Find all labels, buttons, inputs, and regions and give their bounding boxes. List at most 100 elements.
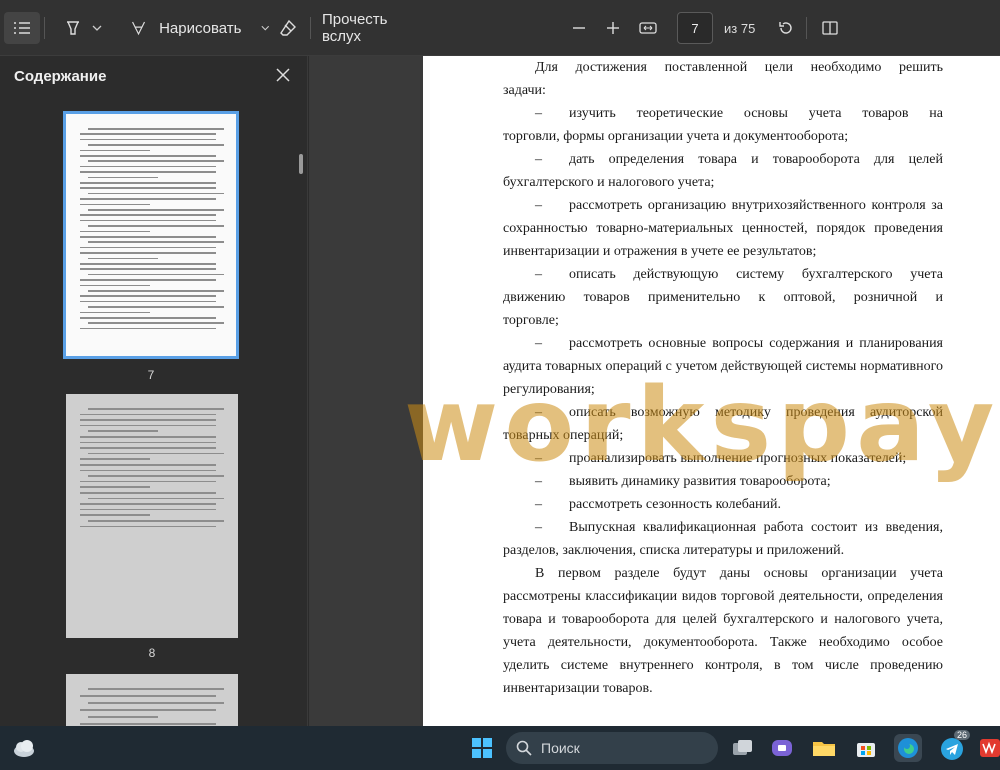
thumbnail-text-line: [80, 263, 216, 265]
read-aloud-button[interactable]: Прочесть вслух: [322, 11, 426, 45]
list-dash: –: [535, 106, 542, 121]
sidebar-scrollbar[interactable]: [299, 154, 303, 174]
document-text-line: В первом разделе будут даны основы орган…: [535, 566, 943, 581]
taskbar-search-box[interactable]: Поиск: [506, 732, 718, 764]
thumbnail-text-line: [80, 723, 216, 725]
thumbnail-text-line: [80, 295, 216, 297]
thumbnail-text-line: [88, 290, 224, 292]
list-dash: –: [535, 336, 542, 351]
thumbnail-text-line: [80, 300, 216, 303]
document-text-line: рассмотреть сезонность колебаний.: [569, 497, 782, 512]
eraser-icon: [280, 19, 296, 36]
page-view-button[interactable]: [816, 12, 844, 44]
highlight-button[interactable]: [58, 12, 108, 44]
thumbnail-page-number: 8: [148, 646, 156, 660]
document-text-line: учета деятельности, документооборота. Та…: [503, 635, 943, 650]
document-text-line: товара и товарооборота для целей бухгалт…: [503, 612, 943, 627]
thumbnail-text-line: [80, 492, 216, 494]
document-text-line: бухгалтерского и налогового учета;: [503, 175, 715, 190]
telegram-unread-badge: 26: [954, 730, 971, 740]
page-view-icon: [822, 21, 838, 35]
eraser-button[interactable]: [274, 12, 302, 44]
document-text-line: выявить динамику развития товарооборота;: [569, 474, 831, 489]
thumbnail-text-line: [80, 284, 150, 287]
thumbnail-text-line: [88, 408, 224, 410]
document-text-line: инвентаризации товаров.: [503, 681, 653, 696]
zoom-out-button[interactable]: [566, 12, 592, 44]
document-text-line: описать возможную методику проведения ау…: [569, 405, 943, 420]
thumbnail-text-line: [80, 480, 216, 483]
document-viewer: Для достижения поставленной цели необход…: [309, 56, 1000, 726]
thumbnail-page-8[interactable]: [66, 394, 238, 638]
page-total-label: из 75: [724, 21, 756, 36]
thumbnail-text-line: [88, 688, 224, 690]
wps-office-icon[interactable]: [978, 734, 1000, 762]
close-sidebar-button[interactable]: [272, 64, 294, 86]
thumbnail-text-line: [80, 695, 216, 697]
zoom-in-button[interactable]: [600, 12, 626, 44]
thumbnail-text-line: [80, 458, 150, 460]
minus-icon: [573, 27, 585, 29]
document-text-line: рассмотреть основные вопросы содержания …: [569, 336, 943, 351]
pen-icon: [132, 21, 146, 36]
contents-toggle-button[interactable]: [4, 12, 40, 44]
thumbnail-page-9[interactable]: [66, 674, 238, 726]
document-text-line: сохранностью товарно-материальных ценнос…: [503, 221, 943, 236]
thumbnail-text-line: [80, 436, 216, 438]
thumbnail-text-line: [88, 241, 224, 243]
task-view-icon[interactable]: [728, 734, 756, 762]
thumbnail-text-line: [80, 327, 216, 330]
page-number-input[interactable]: [677, 12, 713, 44]
search-label: Поиск: [541, 740, 580, 756]
sidebar-title: Содержание: [14, 68, 107, 85]
thumbnail-text-line: [80, 424, 216, 427]
thumbnail-text-line: [88, 520, 224, 522]
chevron-down-icon: [92, 25, 102, 31]
thumbnail-text-line: [88, 322, 224, 324]
list-dash: –: [535, 497, 542, 512]
telegram-icon[interactable]: 26: [938, 730, 971, 762]
document-page: Для достижения поставленной цели необход…: [423, 56, 1000, 726]
document-text-line: проанализировать выполнение прогнозных п…: [569, 451, 907, 466]
highlighter-icon: [67, 21, 79, 35]
document-text-line: задачи:: [503, 83, 546, 98]
thumbnail-text-line: [88, 273, 224, 276]
windows-start-icon[interactable]: [468, 734, 496, 762]
edge-browser-icon[interactable]: [894, 734, 922, 762]
thumbnail-text-line: [80, 317, 216, 319]
file-explorer-icon[interactable]: [810, 734, 838, 762]
thumbnail-text-line: [80, 525, 216, 528]
document-text-line: Для достижения поставленной цели необход…: [535, 60, 943, 75]
thumbnail-text-line: [88, 144, 224, 146]
thumbnail-text-line: [88, 176, 158, 179]
teams-chat-icon[interactable]: [768, 734, 796, 762]
thumbnail-text-line: [80, 203, 150, 206]
thumbnail-text-line: [80, 155, 216, 157]
thumbnail-page-7[interactable]: [63, 111, 239, 359]
thumbnail-text-line: [88, 452, 224, 455]
thumbnail-text-line: [80, 236, 216, 238]
weather-icon[interactable]: [10, 734, 38, 762]
document-text-line: торговли, формы организации учета и доку…: [503, 129, 849, 144]
microsoft-store-icon[interactable]: [852, 734, 880, 762]
document-text-line: товарных операций;: [503, 428, 624, 443]
thumbnail-text-line: [80, 279, 216, 281]
list-dash: –: [535, 267, 542, 282]
thumbnail-text-line: [80, 246, 216, 249]
thumbnail-text-line: [80, 171, 216, 173]
close-icon: [276, 68, 290, 82]
thumbnail-page-number: 7: [147, 368, 155, 382]
list-icon: [14, 22, 30, 34]
thumbnail-text-line: [80, 219, 216, 222]
thumbnail-text-line: [80, 268, 216, 270]
rotate-button[interactable]: [772, 12, 800, 44]
thumbnail-text-line: [80, 503, 216, 505]
taskbar: Поиск 26: [0, 726, 1000, 770]
draw-button[interactable]: Нарисовать: [130, 12, 270, 44]
thumbnail-text-line: [80, 419, 216, 421]
thumbnail-text-line: [88, 702, 224, 704]
fit-width-button[interactable]: [634, 12, 662, 44]
rotate-icon: [779, 22, 792, 34]
thumbnail-text-line: [80, 311, 150, 314]
thumbnail-text-line: [80, 165, 216, 168]
